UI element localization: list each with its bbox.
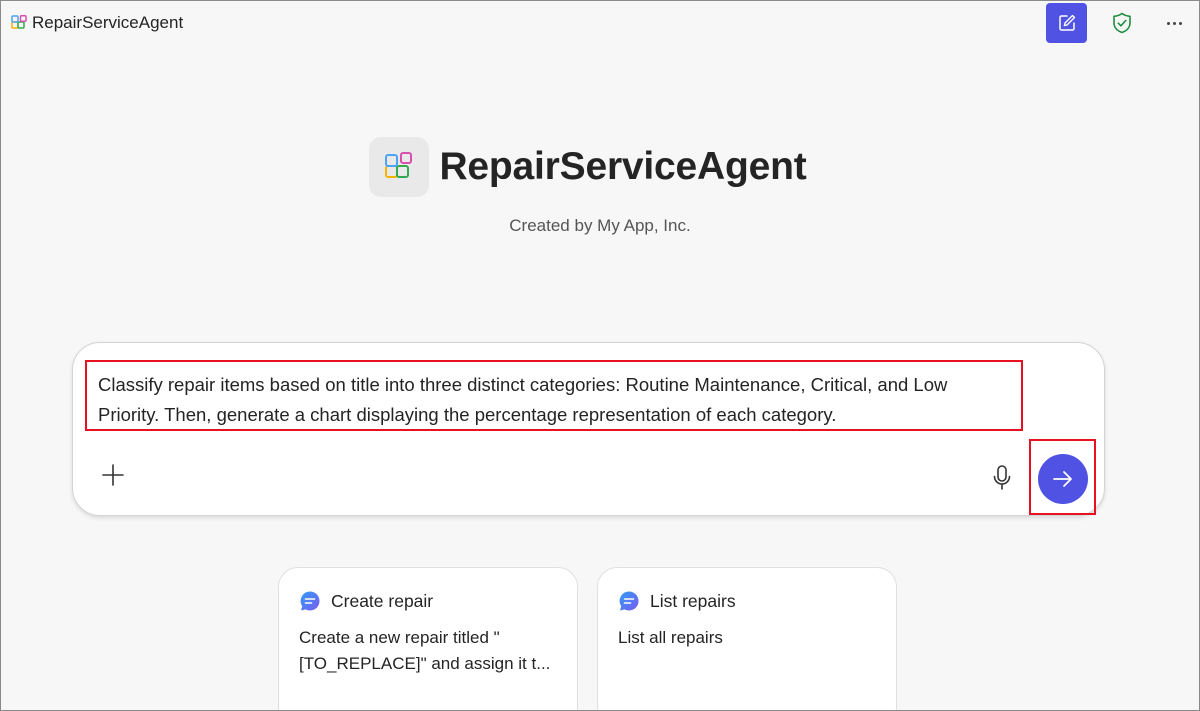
shield-check-icon <box>1113 12 1131 34</box>
chat-bubble-icon <box>619 591 639 611</box>
plus-icon <box>102 464 124 486</box>
more-horizontal-icon <box>1166 21 1170 25</box>
card-description: List all repairs <box>618 628 723 647</box>
card-description: Create a new repair titled "[TO_REPLACE]… <box>299 628 551 673</box>
chat-composer: Classify repair items based on title int… <box>72 342 1105 516</box>
app-header: RepairServiceAgent <box>11 13 183 33</box>
card-title: List repairs <box>650 590 736 611</box>
agent-logo <box>369 137 430 197</box>
top-actions <box>1046 3 1187 43</box>
prompt-input[interactable]: Classify repair items based on title int… <box>85 360 1023 431</box>
suggestion-card-create-repair[interactable]: Create repair Create a new repair titled… <box>278 567 578 710</box>
microphone-icon <box>993 465 1011 490</box>
card-title: Create repair <box>331 590 434 611</box>
card-header: List repairs <box>618 590 736 612</box>
send-button[interactable] <box>1038 454 1088 504</box>
compose-icon <box>1058 14 1075 31</box>
arrow-right-icon <box>1053 471 1072 487</box>
agent-hero: RepairServiceAgent <box>1 137 1199 197</box>
chat-bubble-icon <box>300 591 320 611</box>
top-bar: RepairServiceAgent <box>1 1 1199 45</box>
more-options-button[interactable] <box>1161 10 1187 36</box>
microphone-button[interactable] <box>989 464 1015 492</box>
agent-title: RepairServiceAgent <box>439 145 807 188</box>
agent-subtitle: Created by My App, Inc. <box>509 216 691 235</box>
app-title: RepairServiceAgent <box>32 13 184 32</box>
attach-button[interactable] <box>99 461 127 489</box>
security-button[interactable] <box>1109 10 1135 36</box>
app-window: RepairServiceAgent RepairServiceAgent Cr… <box>0 0 1200 711</box>
card-header: Create repair <box>299 590 433 612</box>
app-grid-icon <box>385 152 413 178</box>
suggestion-card-list-repairs[interactable]: List repairs List all repairs <box>597 567 897 710</box>
app-grid-icon <box>11 14 28 32</box>
new-chat-button[interactable] <box>1046 3 1087 43</box>
